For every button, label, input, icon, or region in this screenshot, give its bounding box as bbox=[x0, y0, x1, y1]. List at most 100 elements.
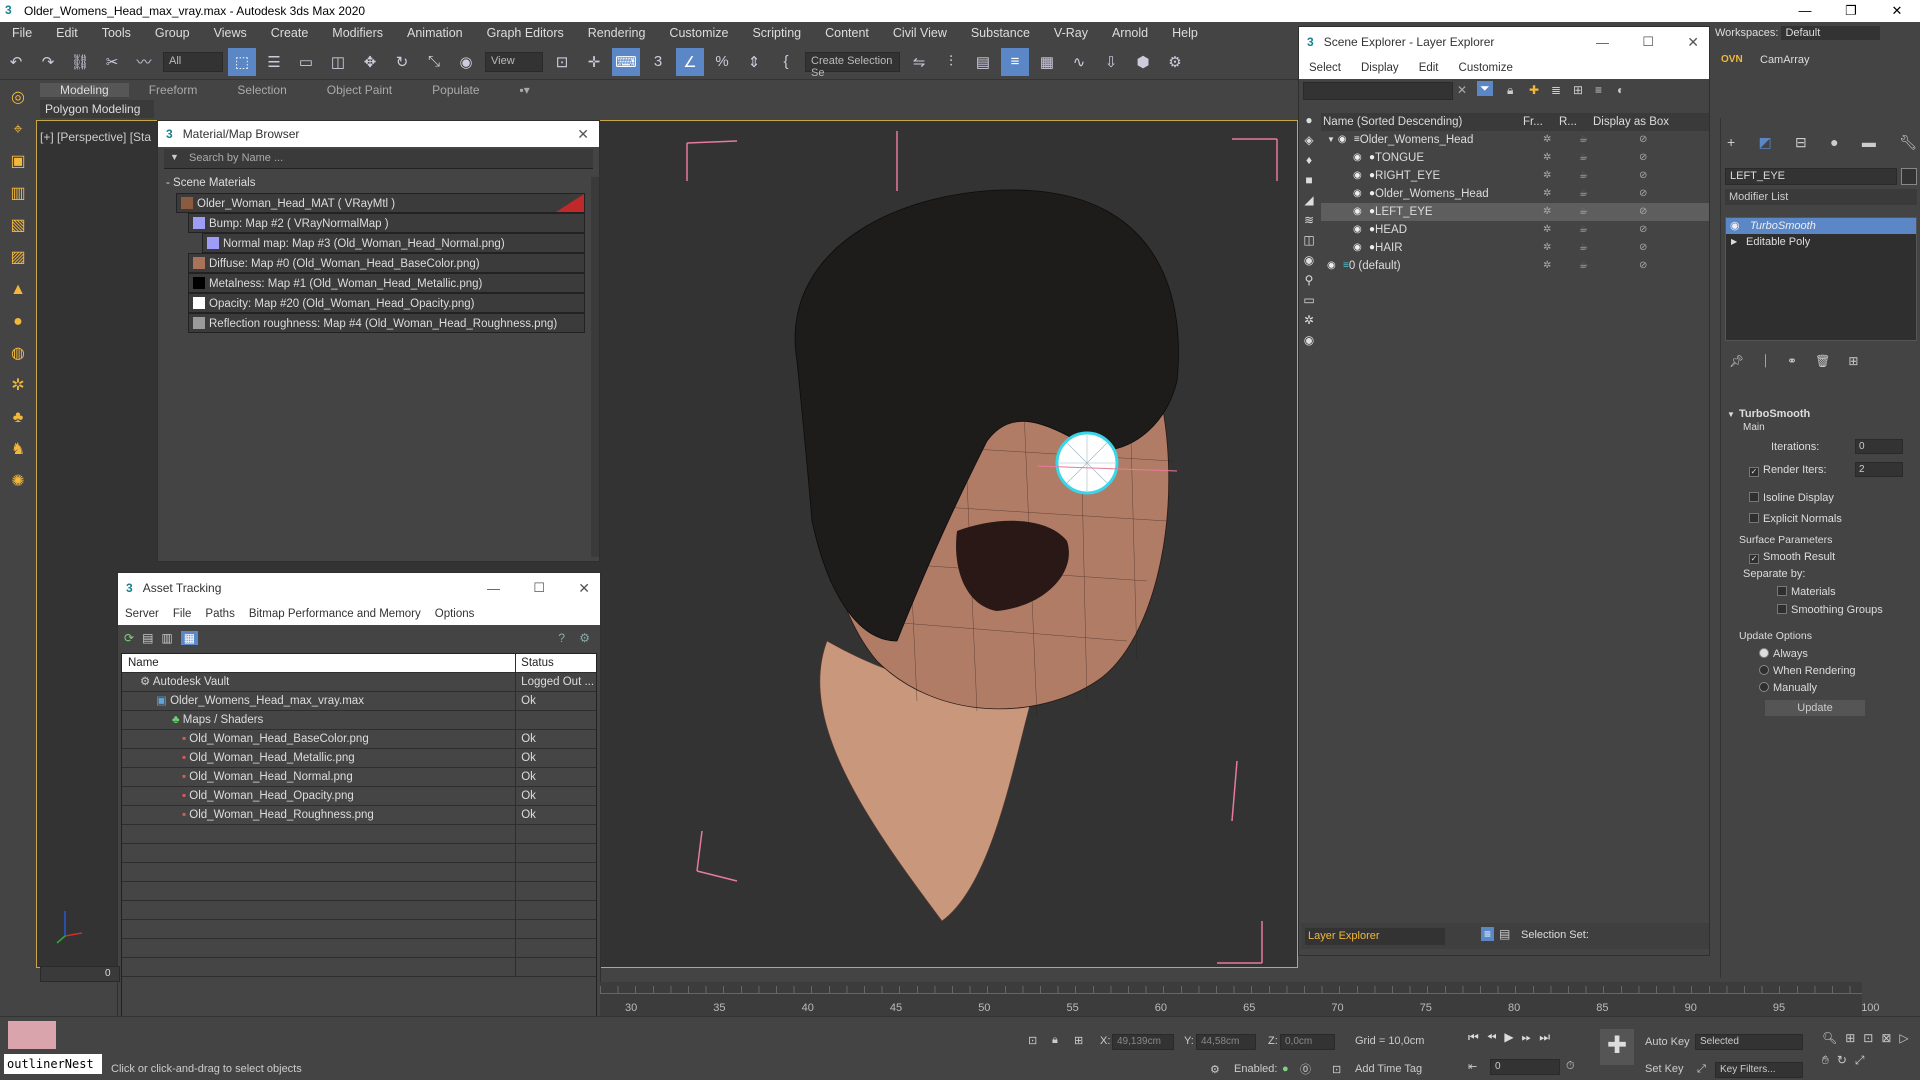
renderable-icon[interactable]: ☕︎ bbox=[1579, 239, 1588, 257]
render-iters-spinner[interactable]: 2 bbox=[1855, 462, 1903, 477]
selection-lock-icon[interactable]: 🔒︎ bbox=[1052, 1034, 1058, 1047]
light-icon[interactable]: ▲ bbox=[4, 276, 32, 304]
helmet-icon[interactable]: ● bbox=[4, 308, 32, 336]
auto-key-button[interactable]: Auto Key bbox=[1645, 1036, 1690, 1048]
viewport-label[interactable]: [+] [Perspective] [Sta bbox=[40, 130, 151, 144]
reference-coord-dropdown[interactable]: View bbox=[485, 51, 543, 72]
renderable-icon[interactable]: ☕︎ bbox=[1579, 203, 1588, 221]
display-box-icon[interactable]: ⊘ bbox=[1639, 149, 1647, 167]
renderable-icon[interactable]: ☕︎ bbox=[1579, 221, 1588, 239]
zoom-all-icon[interactable]: ⊞ bbox=[1845, 1031, 1855, 1045]
camera-filter-icon[interactable]: ■ bbox=[1305, 173, 1312, 187]
menu-item-create[interactable]: Create bbox=[259, 26, 321, 40]
select-object-icon[interactable]: ⬚ bbox=[228, 47, 256, 76]
menu-item-animation[interactable]: Animation bbox=[395, 26, 475, 40]
asset-menu-paths[interactable]: Paths bbox=[198, 608, 241, 620]
group-filter-icon[interactable]: ◫ bbox=[1303, 233, 1314, 247]
menu-item-tools[interactable]: Tools bbox=[90, 26, 143, 40]
stack-icon[interactable]: ≡ bbox=[1595, 83, 1602, 97]
column-status[interactable]: Status bbox=[516, 654, 596, 672]
redo-icon[interactable]: ↷ bbox=[34, 48, 62, 76]
container-filter-icon[interactable]: ▭ bbox=[1303, 293, 1314, 307]
visibility-eye-icon[interactable]: ◉ bbox=[1353, 149, 1365, 167]
x-coordinate-field[interactable]: 49,139cm bbox=[1112, 1034, 1174, 1050]
set-key-big-button[interactable]: ✚ bbox=[1600, 1029, 1634, 1065]
smooth-result-checkbox[interactable]: ✓ bbox=[1749, 554, 1759, 564]
clear-icon[interactable]: ✕ bbox=[1457, 83, 1467, 97]
xref-filter-icon[interactable]: ◉ bbox=[1304, 253, 1314, 267]
menu-item-views[interactable]: Views bbox=[202, 26, 259, 40]
display-box-icon[interactable]: ⊘ bbox=[1639, 185, 1647, 203]
geometry-filter-icon[interactable]: ● bbox=[1305, 113, 1312, 127]
column-name[interactable]: Name (Sorted Descending) bbox=[1323, 113, 1523, 131]
material-item[interactable]: Opacity: Map #20 (Old_Woman_Head_Opacity… bbox=[188, 293, 585, 313]
scene-materials-group[interactable]: - Scene Materials bbox=[158, 169, 599, 191]
close-icon[interactable]: ✕ bbox=[577, 126, 589, 143]
ribbon-tab-modeling[interactable]: Modeling bbox=[40, 83, 129, 97]
menu-item-rendering[interactable]: Rendering bbox=[576, 26, 658, 40]
lock-icon[interactable]: 🔒︎ bbox=[1507, 83, 1513, 98]
key-filters-icon[interactable]: ⤢ bbox=[1697, 1063, 1706, 1076]
curve-editor-icon[interactable]: ∿ bbox=[1065, 48, 1093, 76]
scene-row[interactable]: ◉ ● HEAD ✲ ☕︎ ⊘ bbox=[1321, 221, 1709, 239]
play-icon[interactable]: ▶ bbox=[1504, 1030, 1513, 1045]
ribbon-tab-freeform[interactable]: Freeform bbox=[129, 83, 218, 97]
eye-icon[interactable]: ◉ bbox=[1730, 218, 1740, 234]
edit-named-sets-icon[interactable]: { bbox=[772, 48, 800, 76]
table-row[interactable]: ▪ Old_Woman_Head_Roughness.png Ok bbox=[122, 806, 596, 825]
scene-menu-customize[interactable]: Customize bbox=[1449, 62, 1523, 74]
bind-spacewarp-icon[interactable]: 〰 bbox=[130, 48, 158, 76]
configure-sets-icon[interactable]: ⊞ bbox=[1848, 354, 1858, 369]
layer-icon[interactable]: ≡ bbox=[1481, 927, 1495, 941]
tree-icon[interactable]: ▥ bbox=[161, 631, 172, 645]
shape-filter-icon[interactable]: ◈ bbox=[1304, 133, 1313, 147]
workspace-selector[interactable]: Workspaces: Default bbox=[1715, 22, 1920, 44]
table-row[interactable]: ▪ Old_Woman_Head_BaseColor.png Ok bbox=[122, 730, 596, 749]
filter-icon[interactable]: ⏷ bbox=[1477, 81, 1493, 96]
material-scrollbar[interactable] bbox=[591, 177, 599, 557]
go-to-end-icon[interactable]: ⏭ bbox=[1539, 1030, 1550, 1045]
menu-item-customize[interactable]: Customize bbox=[657, 26, 740, 40]
close-icon[interactable]: ✕ bbox=[1687, 34, 1699, 51]
modify-tab-icon[interactable]: ◩ bbox=[1759, 134, 1772, 151]
ribbon-tab-populate[interactable]: Populate bbox=[412, 83, 499, 97]
selected-dropdown[interactable]: Selected bbox=[1695, 1034, 1803, 1050]
message-icon[interactable]: ▥ bbox=[4, 180, 32, 208]
minimize-button[interactable]: — bbox=[1782, 0, 1828, 22]
zoom-extents-all-icon[interactable]: ⊠ bbox=[1881, 1031, 1891, 1045]
object-color-swatch[interactable] bbox=[1901, 168, 1917, 185]
timeline[interactable] bbox=[600, 982, 1862, 1016]
material-item[interactable]: Normal map: Map #3 (Old_Woman_Head_Norma… bbox=[202, 233, 585, 253]
visibility-eye-icon[interactable]: ◉ bbox=[1327, 257, 1339, 275]
align-icon[interactable]: ⫶ bbox=[937, 48, 965, 76]
spacewarp-filter-icon[interactable]: ≋ bbox=[1304, 213, 1314, 227]
render-iters-checkbox[interactable]: ✓ bbox=[1749, 467, 1759, 477]
expand-icon[interactable]: ▼ bbox=[1327, 131, 1335, 149]
renderable-icon[interactable]: ☕︎ bbox=[1579, 149, 1588, 167]
asset-menu-bitmap-performance-and-memory[interactable]: Bitmap Performance and Memory bbox=[242, 608, 428, 620]
ribbon-tab-object-paint[interactable]: Object Paint bbox=[307, 83, 412, 97]
material-item[interactable]: Reflection roughness: Map #4 (Old_Woman_… bbox=[188, 313, 585, 333]
hierarchy-tab-icon[interactable]: ⊟ bbox=[1795, 134, 1807, 151]
pan-icon[interactable]: ✋︎ bbox=[1822, 1053, 1829, 1068]
menu-item-content[interactable]: Content bbox=[813, 26, 881, 40]
unlink-icon[interactable]: ✂ bbox=[98, 48, 126, 76]
frozen-icon[interactable]: ✲ bbox=[1543, 257, 1551, 275]
material-item[interactable]: Older_Woman_Head_MAT ( VRayMtl ) bbox=[176, 193, 585, 213]
orbit-nav-icon[interactable]: ↻ bbox=[1837, 1053, 1847, 1068]
material-editor-icon[interactable]: ⬢ bbox=[1129, 48, 1157, 76]
scene-menu-select[interactable]: Select bbox=[1299, 62, 1351, 74]
column-name[interactable]: Name bbox=[122, 654, 517, 672]
iterations-spinner[interactable]: 0 bbox=[1855, 439, 1903, 454]
settings-icon[interactable]: ⚙ bbox=[579, 631, 590, 645]
menu-item-edit[interactable]: Edit bbox=[44, 26, 90, 40]
field-of-view-icon[interactable]: ▷ bbox=[1899, 1031, 1908, 1045]
frozen-filter-icon[interactable]: ✲ bbox=[1304, 313, 1314, 327]
frozen-icon[interactable]: ✲ bbox=[1543, 203, 1551, 221]
schematic-view-icon[interactable]: ⇩ bbox=[1097, 48, 1125, 76]
frozen-icon[interactable]: ✲ bbox=[1543, 221, 1551, 239]
zoom-extents-icon[interactable]: ⊡ bbox=[1863, 1031, 1873, 1045]
orbit-icon[interactable]: ◎ bbox=[4, 84, 32, 112]
frozen-icon[interactable]: ✲ bbox=[1543, 167, 1551, 185]
table-row[interactable]: ▣ Older_Womens_Head_max_vray.max Ok bbox=[122, 692, 596, 711]
